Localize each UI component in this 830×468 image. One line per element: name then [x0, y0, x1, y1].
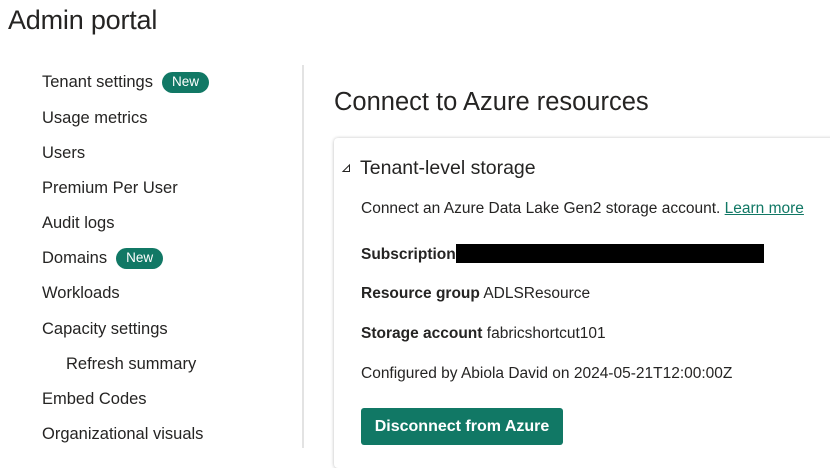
sidebar-item-tenant-settings[interactable]: Tenant settings New: [42, 69, 210, 95]
storage-account-label: Storage account: [361, 325, 483, 342]
sidebar-item-label: Usage metrics: [42, 108, 148, 127]
subscription-label: Subscription: [361, 246, 456, 263]
storage-account-row: Storage account fabricshortcut101: [361, 325, 606, 343]
sidebar-item-premium-per-user[interactable]: Premium Per User: [42, 175, 178, 201]
resource-group-label: Resource group: [361, 285, 480, 302]
sidebar-item-capacity-settings[interactable]: Capacity settings: [42, 316, 168, 342]
sidebar-item-label: Audit logs: [42, 213, 115, 232]
sidebar-nav: Tenant settings New Usage metrics Users …: [0, 65, 304, 448]
sidebar-item-usage-metrics[interactable]: Usage metrics: [42, 105, 147, 131]
storage-account-value: fabricshortcut101: [486, 325, 606, 342]
sidebar-item-label: Users: [42, 143, 86, 162]
sidebar-item-label: Organizational visuals: [42, 424, 204, 443]
section-heading: Connect to Azure resources: [334, 88, 649, 116]
configured-by-text: Configured by Abiola David on 2024-05-21…: [361, 365, 733, 382]
sidebar-item-audit-logs[interactable]: Audit logs: [42, 210, 114, 236]
collapse-triangle-icon: [338, 160, 354, 176]
sidebar-item-label: Premium Per User: [42, 178, 178, 197]
redacted-subscription-value: [455, 244, 764, 263]
sidebar-item-label: Refresh summary: [66, 354, 197, 373]
sidebar-item-embed-codes[interactable]: Embed Codes: [42, 386, 147, 412]
learn-more-link[interactable]: Learn more: [725, 200, 804, 217]
resource-group-value: ADLSResource: [483, 285, 591, 302]
sidebar-item-label: Capacity settings: [42, 319, 168, 338]
sidebar-item-domains[interactable]: Domains New: [42, 245, 164, 271]
sidebar-item-label: Workloads: [42, 283, 120, 302]
sidebar-item-label: Domains: [42, 248, 108, 267]
tenant-storage-toggle[interactable]: Tenant-level storage: [334, 153, 536, 183]
tenant-storage-title: Tenant-level storage: [360, 156, 536, 179]
new-badge: New: [116, 247, 164, 269]
tenant-storage-card: Tenant-level storage Connect an Azure Da…: [334, 138, 830, 468]
new-badge: New: [162, 71, 210, 93]
sidebar-item-label: Embed Codes: [42, 389, 147, 408]
description-text: Connect an Azure Data Lake Gen2 storage …: [361, 200, 721, 217]
page-title: Admin portal: [8, 5, 158, 35]
resource-group-row: Resource group ADLSResource: [361, 285, 590, 303]
sidebar-item-users[interactable]: Users: [42, 140, 85, 166]
storage-description: Connect an Azure Data Lake Gen2 storage …: [361, 200, 804, 218]
sidebar-item-refresh-summary[interactable]: Refresh summary: [66, 351, 196, 377]
subscription-row: Subscription: [361, 244, 764, 264]
sidebar-item-label: Tenant settings: [42, 72, 153, 91]
sidebar-item-workloads[interactable]: Workloads: [42, 280, 120, 306]
sidebar-item-organizational-visuals[interactable]: Organizational visuals: [42, 421, 203, 447]
disconnect-button[interactable]: Disconnect from Azure: [361, 408, 563, 445]
